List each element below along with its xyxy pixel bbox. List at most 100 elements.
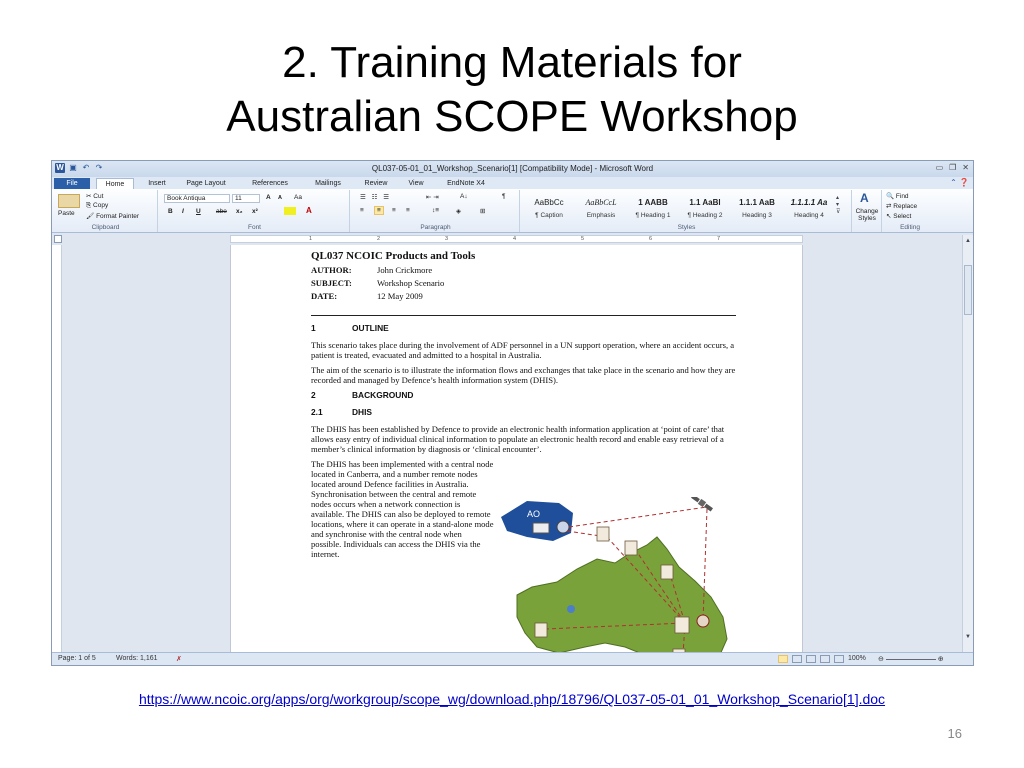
indent-icon[interactable]: ⇤ ⇥ bbox=[426, 193, 439, 201]
section-number: 2 bbox=[311, 390, 316, 400]
align-left-icon[interactable]: ≡ bbox=[360, 207, 364, 214]
justify-icon[interactable]: ≡ bbox=[406, 207, 410, 214]
zoom-slider[interactable]: ⊖ ⊕ bbox=[878, 655, 958, 663]
tab-endnote[interactable]: EndNote X4 bbox=[436, 178, 496, 189]
style-caption[interactable]: AaBbCc ¶ Caption bbox=[524, 192, 574, 222]
word-count[interactable]: Words: 1,161 bbox=[116, 655, 158, 662]
tab-insert[interactable]: Insert bbox=[140, 178, 174, 189]
replace-button[interactable]: ⇄ Replace bbox=[886, 202, 917, 210]
change-styles-icon[interactable]: A bbox=[860, 191, 869, 205]
scroll-thumb[interactable] bbox=[964, 265, 972, 315]
shading-icon[interactable]: ◈ bbox=[456, 207, 461, 215]
date-row: DATE: 12 May 2009 bbox=[311, 291, 741, 301]
section-number: 1 bbox=[311, 323, 316, 333]
bold-button[interactable]: B bbox=[168, 208, 173, 215]
superscript-button[interactable]: x² bbox=[252, 208, 258, 215]
tab-references[interactable]: References bbox=[242, 178, 298, 189]
shrink-font-button[interactable]: A bbox=[278, 195, 282, 201]
format-painter-button[interactable]: 🖌 Format Painter bbox=[86, 212, 139, 220]
underline-button[interactable]: U bbox=[196, 208, 201, 215]
tab-review[interactable]: Review bbox=[356, 178, 396, 189]
cut-button[interactable]: ✂ Cut bbox=[86, 192, 103, 200]
style-emphasis[interactable]: AaBbCcL Emphasis bbox=[576, 192, 626, 222]
copy-button[interactable]: ⎘ Copy bbox=[86, 202, 108, 210]
restore-icon[interactable]: ❐ bbox=[949, 163, 956, 172]
style-emphasis-sample: AaBbCcL bbox=[585, 198, 617, 207]
style-heading-4-name: Heading 4 bbox=[794, 212, 824, 219]
zoom-level[interactable]: 100% bbox=[848, 655, 866, 662]
sort-icon[interactable]: A↓ bbox=[460, 193, 468, 200]
tab-view[interactable]: View bbox=[400, 178, 432, 189]
styles-more-icon[interactable]: ▴ ▾ ⊽ bbox=[836, 194, 840, 215]
style-heading-4[interactable]: 1.1.1.1 Aa Heading 4 bbox=[784, 192, 834, 222]
style-heading-2-sample: 1.1 AaBl bbox=[689, 198, 721, 207]
paste-button[interactable]: Paste bbox=[58, 210, 75, 217]
align-right-icon[interactable]: ≡ bbox=[392, 207, 396, 214]
web-layout-icon[interactable] bbox=[806, 655, 816, 663]
slide-title-line2: Australian SCOPE Workshop bbox=[226, 92, 798, 141]
font-name-select[interactable]: Book Antiqua bbox=[164, 194, 230, 203]
ruler-number: 5 bbox=[581, 236, 585, 242]
font-color-icon[interactable]: A bbox=[306, 206, 312, 215]
full-screen-icon[interactable] bbox=[792, 655, 802, 663]
borders-icon[interactable]: ⊞ bbox=[480, 207, 485, 215]
ruler-bar: 1 2 3 4 5 6 7 bbox=[52, 234, 973, 244]
author-label: AUTHOR: bbox=[311, 265, 352, 275]
strikethrough-button[interactable]: abe bbox=[216, 208, 227, 215]
clipboard-group: Paste ✂ Cut ⎘ Copy 🖌 Format Painter Clip… bbox=[54, 190, 158, 232]
laptop-icon bbox=[532, 522, 550, 534]
italic-button[interactable]: I bbox=[182, 208, 184, 215]
zoom-in-icon[interactable]: ⊕ bbox=[938, 656, 944, 663]
select-button[interactable]: ↖ Select bbox=[886, 212, 911, 220]
horizontal-ruler[interactable]: 1 2 3 4 5 6 7 bbox=[230, 235, 803, 243]
tab-file[interactable]: File bbox=[54, 178, 90, 189]
section-outline: 1 OUTLINE bbox=[311, 323, 741, 333]
highlight-icon[interactable] bbox=[284, 207, 296, 215]
document-page[interactable]: QL037 NCOIC Products and Tools AUTHOR: J… bbox=[230, 245, 803, 653]
proofing-icon[interactable]: ✗ bbox=[176, 655, 182, 663]
ruler-number: 1 bbox=[309, 236, 313, 242]
style-heading-3[interactable]: 1.1.1 AaB Heading 3 bbox=[732, 192, 782, 222]
align-center-icon[interactable]: ≡ bbox=[374, 206, 384, 215]
slide-title-line1: 2. Training Materials for bbox=[282, 38, 742, 87]
minimize-icon[interactable]: ▭ bbox=[936, 163, 944, 172]
tab-home[interactable]: Home bbox=[96, 178, 134, 189]
style-heading-1[interactable]: 1 AABB ¶ Heading 1 bbox=[628, 192, 678, 222]
zoom-out-icon[interactable]: ⊖ bbox=[878, 656, 884, 663]
scroll-down-icon[interactable]: ▼ bbox=[963, 633, 973, 641]
canberra-node-icon bbox=[696, 614, 710, 628]
bullets-icon[interactable]: ☰ ☷ ☰ bbox=[360, 193, 391, 201]
vertical-scrollbar[interactable]: ▲ ▼ bbox=[962, 235, 973, 653]
source-link[interactable]: https://www.ncoic.org/apps/org/workgroup… bbox=[0, 691, 1024, 707]
paste-icon[interactable] bbox=[58, 194, 80, 208]
vertical-ruler[interactable] bbox=[52, 245, 62, 653]
australia-map-shape bbox=[516, 536, 728, 653]
word-window: W ▣ ↶ ↷ QL037-05-01_01_Workshop_Scenario… bbox=[51, 160, 974, 666]
tab-selector-icon[interactable] bbox=[54, 235, 62, 243]
close-icon[interactable]: ✕ bbox=[962, 163, 969, 172]
outline-icon[interactable] bbox=[820, 655, 830, 663]
style-heading-3-sample: 1.1.1 AaB bbox=[739, 198, 775, 207]
print-layout-icon[interactable] bbox=[778, 655, 788, 663]
show-marks-button[interactable]: ¶ bbox=[502, 193, 506, 200]
line-spacing-icon[interactable]: ↕≡ bbox=[432, 207, 439, 214]
tab-page-layout[interactable]: Page Layout bbox=[178, 178, 234, 189]
grow-font-button[interactable]: A bbox=[266, 194, 271, 201]
draft-icon[interactable] bbox=[834, 655, 844, 663]
help-icon[interactable]: ⌃ ❓ bbox=[950, 178, 969, 187]
paragraph-label: Paragraph bbox=[420, 224, 451, 231]
change-case-button[interactable]: Aa bbox=[294, 194, 302, 201]
paragraph-group: ☰ ☷ ☰ ⇤ ⇥ A↓ ¶ ≡ ≡ ≡ ≡ ↕≡ ◈ ⊞ Paragraph bbox=[352, 190, 520, 232]
tab-mailings[interactable]: Mailings bbox=[304, 178, 352, 189]
font-size-select[interactable]: 11 bbox=[232, 194, 260, 203]
author-row: AUTHOR: John Crickmore bbox=[311, 265, 741, 275]
style-heading-2[interactable]: 1.1 AaBl ¶ Heading 2 bbox=[680, 192, 730, 222]
scroll-up-icon[interactable]: ▲ bbox=[963, 237, 973, 245]
section-title: BACKGROUND bbox=[352, 390, 414, 400]
find-button[interactable]: 🔍 Find bbox=[886, 192, 909, 200]
change-styles-button[interactable]: Change Styles bbox=[853, 208, 881, 222]
page-count[interactable]: Page: 1 of 5 bbox=[58, 655, 96, 662]
subject-row: SUBJECT: Workshop Scenario bbox=[311, 278, 741, 288]
subscript-button[interactable]: x₂ bbox=[236, 208, 243, 215]
section-dhis: 2.1 DHIS bbox=[311, 407, 741, 417]
